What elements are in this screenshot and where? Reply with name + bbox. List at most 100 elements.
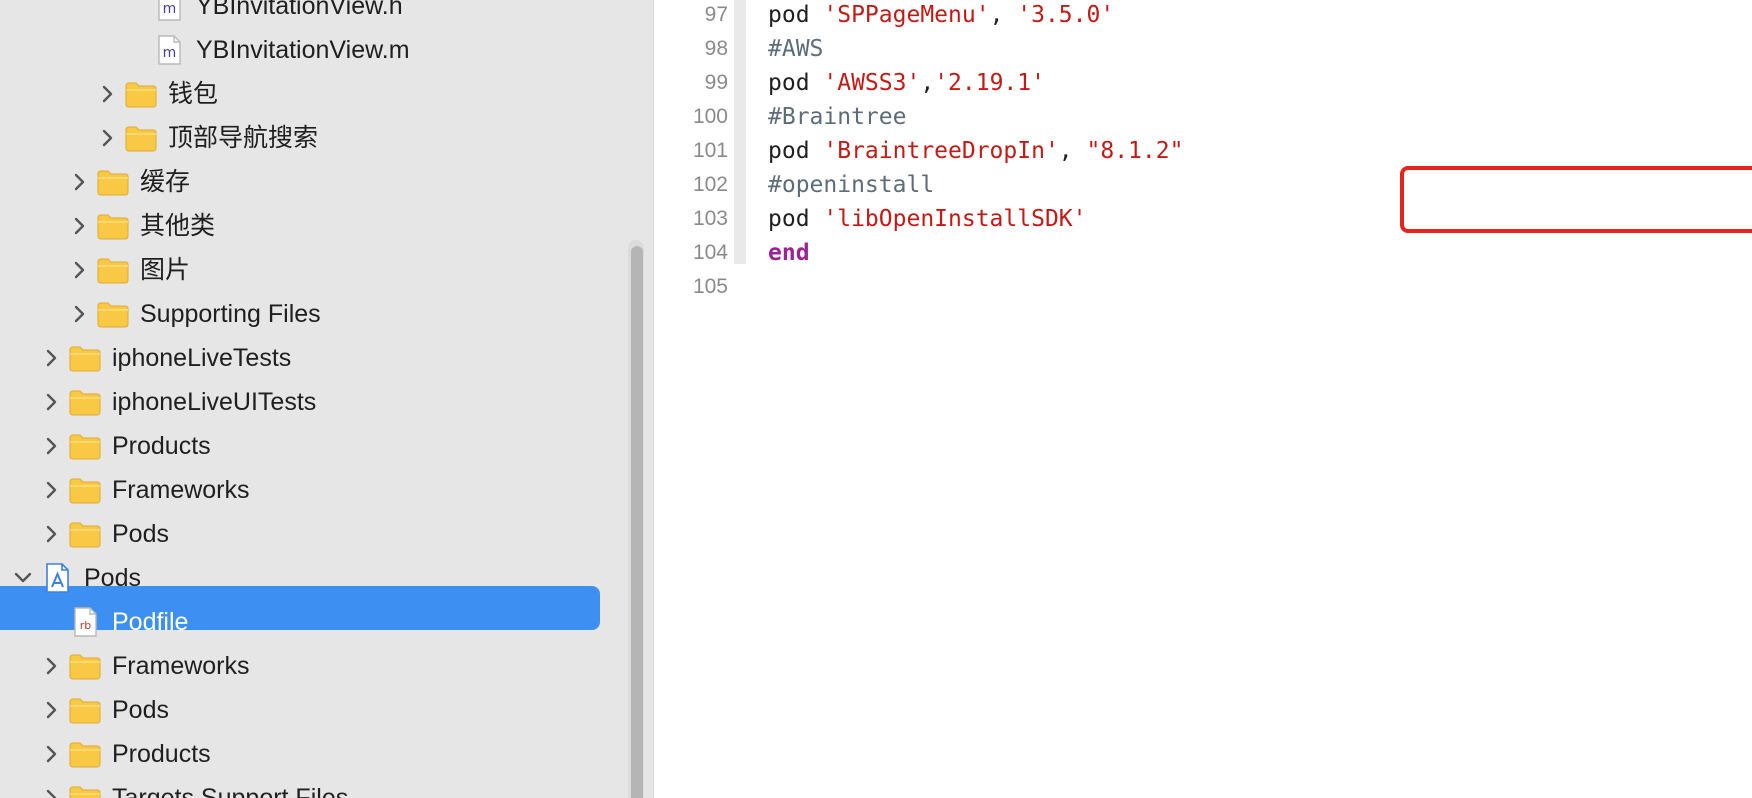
disclosure-collapsed-icon[interactable] [98,128,116,148]
navigator-folder-row[interactable]: Frameworks [0,644,620,688]
navigator-file-row[interactable]: Pods [0,556,620,600]
code-line[interactable]: 97 pod 'SPPageMenu', '3.5.0' [654,0,1752,34]
navigator-item-label: 缓存 [140,168,191,196]
ruby-file-icon: rb [68,606,102,638]
disclosure-collapsed-icon[interactable] [70,260,88,280]
navigator-item-label: YBInvitationView.m [196,36,410,64]
code-token-plain: , [989,2,1018,28]
disclosure-collapsed-icon[interactable] [42,392,60,412]
navigator-folder-row[interactable]: Targets Support Files [0,776,620,798]
navigator-folder-row[interactable]: 顶部导航搜索 [0,116,620,160]
code-token-comment: #openinstall [768,172,935,198]
code-token-comment: #AWS [768,36,824,62]
disclosure-collapsed-icon[interactable] [98,84,116,104]
line-number: 99 [704,71,728,94]
navigator-folder-row[interactable]: 其他类 [0,204,620,248]
navigator-item-label: Pods [112,520,169,548]
disclosure-collapsed-icon[interactable] [42,656,60,676]
disclosure-collapsed-icon[interactable] [70,172,88,192]
code-token-str: '2.19.1' [934,70,1045,96]
folder-icon [96,166,130,198]
navigator-folder-row[interactable]: 钱包 [0,72,620,116]
line-number: 103 [692,207,728,230]
navigator-item-label: Pods [84,564,141,592]
svg-text:m: m [163,1,177,17]
navigator-item-label: Podfile [112,608,189,636]
navigator-file-row[interactable]: m YBInvitationView.m [0,28,620,72]
folder-icon [68,386,102,418]
folder-icon [68,518,102,550]
code-line[interactable]: 104 end [654,238,1752,272]
disclosure-collapsed-icon[interactable] [70,216,88,236]
navigator-folder-row[interactable]: Supporting Files [0,292,620,336]
disclosure-expanded-icon[interactable] [14,568,32,588]
navigator-folder-row[interactable]: Products [0,732,620,776]
disclosure-collapsed-icon[interactable] [42,436,60,456]
source-editor[interactable]: 97 pod 'SPPageMenu', '3.5.0' 98 #AWS 99 pod '… [654,0,1752,798]
code-token-plain: pod [768,2,824,28]
navigator-item-label: 其他类 [140,212,216,240]
objc-file-icon: m [152,0,186,22]
code-line[interactable]: 101 pod 'BraintreeDropIn', "8.1.2" [654,136,1752,170]
line-number: 104 [692,241,728,264]
navigator-item-label: 钱包 [168,80,219,108]
navigator-item-label: Targets Support Files [112,784,349,798]
navigator-item-label: Supporting Files [140,300,321,328]
navigator-item-label: Frameworks [112,476,250,504]
code-line[interactable]: 99 pod 'AWSS3','2.19.1' [654,68,1752,102]
navigator-folder-row[interactable]: Pods [0,688,620,732]
disclosure-collapsed-icon[interactable] [42,348,60,368]
line-number: 98 [704,37,728,60]
code-token-plain: pod [768,206,824,232]
disclosure-collapsed-icon[interactable] [42,788,60,798]
folder-icon [68,738,102,770]
navigator-folder-row[interactable]: iphoneLiveUITests [0,380,620,424]
code-text: pod 'AWSS3','2.19.1' [768,70,1045,96]
navigator-folder-row[interactable]: 图片 [0,248,620,292]
disclosure-collapsed-icon[interactable] [42,480,60,500]
code-token-plain: pod [768,70,824,96]
disclosure-collapsed-icon[interactable] [42,700,60,720]
folder-icon [68,650,102,682]
svg-text:m: m [163,45,177,61]
navigator-folder-row[interactable]: Pods [0,512,620,556]
code-line[interactable]: 100 #Braintree [654,102,1752,136]
line-number: 105 [692,275,728,298]
navigator-item-label: 图片 [140,256,191,284]
navigator-folder-row[interactable]: Frameworks [0,468,620,512]
navigator-file-row[interactable]: m YBInvitationView.h [0,0,620,28]
folder-icon [68,694,102,726]
code-line[interactable]: 98 #AWS [654,34,1752,68]
code-token-plain: , [1058,138,1087,164]
line-number: 102 [692,173,728,196]
navigator-scrollbar-thumb[interactable] [631,246,643,798]
navigator-file-row[interactable]: rb Podfile [0,600,620,644]
navigator-item-label: iphoneLiveUITests [112,388,317,416]
disclosure-collapsed-icon[interactable] [42,524,60,544]
navigator-item-label: Products [112,740,211,768]
objc-file-icon: m [152,34,186,66]
code-text: #openinstall [768,172,934,198]
code-line[interactable]: 105 [654,272,1752,306]
folder-icon [96,210,130,242]
folder-icon [68,430,102,462]
annotation-highlight-box [1400,166,1752,233]
navigator-item-label: iphoneLiveTests [112,344,292,372]
line-number: 100 [692,105,728,128]
code-token-str: 'SPPageMenu' [823,2,990,28]
folder-icon [124,122,158,154]
navigator-folder-row[interactable]: 缓存 [0,160,620,204]
code-text: pod 'libOpenInstallSDK' [768,206,1087,232]
folder-icon [124,78,158,110]
navigator-item-label: YBInvitationView.h [196,0,403,20]
line-number: 101 [692,139,728,162]
disclosure-collapsed-icon[interactable] [70,304,88,324]
navigator-item-label: Frameworks [112,652,250,680]
code-text: end [768,240,810,266]
navigator-folder-row[interactable]: Products [0,424,620,468]
disclosure-collapsed-icon[interactable] [42,744,60,764]
code-token-plain: pod [768,138,824,164]
navigator-folder-row[interactable]: iphoneLiveTests [0,336,620,380]
folder-icon [68,782,102,798]
navigator-item-label: Pods [112,696,169,724]
